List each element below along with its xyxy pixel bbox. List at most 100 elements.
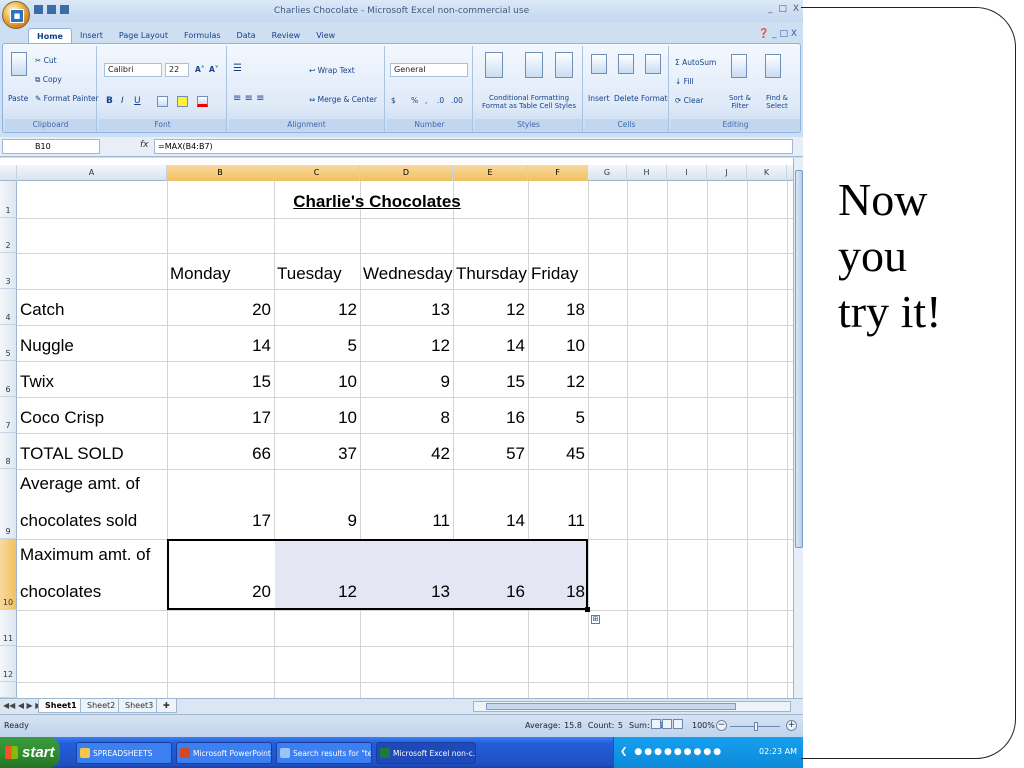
fill-color-icon[interactable] xyxy=(177,96,188,107)
cell-styles-icon[interactable] xyxy=(555,52,573,78)
cell-c6[interactable]: 10 xyxy=(274,372,357,392)
column-header-a[interactable]: A xyxy=(17,165,167,181)
align-left-icon[interactable]: ≡ ≡ ≡ xyxy=(233,93,265,104)
tab-view[interactable]: View xyxy=(308,28,343,43)
cell-f6[interactable]: 12 xyxy=(528,372,585,392)
tab-home[interactable]: Home xyxy=(28,28,72,43)
format-painter-button[interactable]: ✎ Format Painter xyxy=(35,94,99,103)
tray-icons[interactable]: ❮ ●●●●●●●●● xyxy=(620,747,723,757)
row-label-coco-crisp[interactable]: Coco Crisp xyxy=(20,408,104,428)
tab-review[interactable]: Review xyxy=(264,28,309,43)
cut-button[interactable]: ✂ Cut xyxy=(35,56,57,65)
grow-font-button[interactable]: A˄ xyxy=(195,65,205,74)
font-color-icon[interactable] xyxy=(197,96,208,107)
row-header-5[interactable]: 5 xyxy=(0,325,17,361)
cell-e4[interactable]: 12 xyxy=(453,300,525,320)
row-header-8[interactable]: 8 xyxy=(0,433,17,469)
row-label-twix[interactable]: Twix xyxy=(20,372,54,392)
row-label-nuggle[interactable]: Nuggle xyxy=(20,336,74,356)
office-button[interactable]: ■ xyxy=(2,1,30,29)
cell-e10[interactable]: 16 xyxy=(453,582,525,602)
sort-filter-icon[interactable] xyxy=(731,54,747,78)
row-header-9[interactable]: 9 xyxy=(0,469,17,539)
header-thursday[interactable]: Thursday xyxy=(456,264,527,284)
format-cells-icon[interactable] xyxy=(645,54,661,74)
sort-filter-button[interactable]: Sort & Filter xyxy=(723,94,757,110)
task-spreadsheets[interactable]: SPREADSHEETS xyxy=(76,742,172,764)
tab-page-layout[interactable]: Page Layout xyxy=(111,28,176,43)
autosum-button[interactable]: Σ AutoSum xyxy=(675,58,716,67)
header-friday[interactable]: Friday xyxy=(531,264,578,284)
italic-button[interactable]: I xyxy=(121,96,124,106)
row-header-11[interactable]: 11 xyxy=(0,610,17,646)
row-label-average-line1[interactable]: Average amt. of xyxy=(20,474,140,494)
cell-d4[interactable]: 13 xyxy=(360,300,450,320)
task-search-results[interactable]: Search results for "te... xyxy=(276,742,372,764)
column-header-h[interactable]: H xyxy=(627,165,667,181)
horizontal-scroll-thumb[interactable] xyxy=(486,703,736,710)
row-header-4[interactable]: 4 xyxy=(0,289,17,325)
close-button[interactable]: X xyxy=(793,4,799,14)
conditional-formatting-icon[interactable] xyxy=(485,52,503,78)
number-format-select[interactable]: General xyxy=(390,63,468,77)
paste-icon[interactable] xyxy=(11,52,27,76)
comma-button[interactable]: , xyxy=(425,96,427,105)
cell-f9[interactable]: 11 xyxy=(528,511,585,531)
format-table-icon[interactable] xyxy=(525,52,543,78)
percent-button[interactable]: % xyxy=(411,96,418,105)
row-header-1[interactable]: 1 xyxy=(0,181,17,218)
format-button[interactable]: Format xyxy=(641,94,667,103)
cell-d10[interactable]: 13 xyxy=(360,582,450,602)
cell-f10[interactable]: 18 xyxy=(528,582,585,602)
task-excel[interactable]: Microsoft Excel non-c... xyxy=(376,742,476,764)
worksheet-grid[interactable]: A B C D E F G H I J K 1 2 3 4 5 6 7 8 9 … xyxy=(0,158,793,698)
cell-e6[interactable]: 15 xyxy=(453,372,525,392)
binoculars-icon[interactable] xyxy=(765,54,781,78)
find-select-button[interactable]: Find & Select xyxy=(759,94,795,110)
cell-d9[interactable]: 11 xyxy=(360,511,450,531)
cell-f4[interactable]: 18 xyxy=(528,300,585,320)
tab-data[interactable]: Data xyxy=(229,28,264,43)
cell-c5[interactable]: 5 xyxy=(274,336,357,356)
auto-fill-options-icon[interactable]: ⊞ xyxy=(591,615,600,624)
cell-b4[interactable]: 20 xyxy=(167,300,271,320)
row-header-3[interactable]: 3 xyxy=(0,253,17,289)
column-header-c[interactable]: C xyxy=(274,165,360,181)
page-break-view-icon[interactable] xyxy=(673,719,683,729)
cell-c8[interactable]: 37 xyxy=(274,444,357,464)
font-size-select[interactable]: 22 xyxy=(165,63,189,77)
zoom-slider-handle[interactable] xyxy=(754,722,758,731)
row-label-maximum-line2[interactable]: chocolates xyxy=(20,582,101,602)
clock[interactable]: 02:23 AM xyxy=(759,747,797,756)
function-icon[interactable]: fx xyxy=(140,140,149,150)
cell-f7[interactable]: 5 xyxy=(528,408,585,428)
cell-b8[interactable]: 66 xyxy=(167,444,271,464)
header-tuesday[interactable]: Tuesday xyxy=(277,264,342,284)
task-powerpoint[interactable]: Microsoft PowerPoint ... xyxy=(176,742,272,764)
cell-c10[interactable]: 12 xyxy=(274,582,357,602)
delete-button[interactable]: Delete xyxy=(614,94,639,103)
delete-cells-icon[interactable] xyxy=(618,54,634,74)
bold-button[interactable]: B xyxy=(106,96,113,106)
styles-buttons-labels[interactable]: Conditional Formatting Format as Table C… xyxy=(477,94,581,110)
sheet-tab-3[interactable]: Sheet3 xyxy=(118,699,161,713)
merge-center-button[interactable]: ⇔ Merge & Center xyxy=(309,95,377,104)
row-label-average-line2[interactable]: chocolates sold xyxy=(20,511,137,531)
cell-f5[interactable]: 10 xyxy=(528,336,585,356)
cell-e8[interactable]: 57 xyxy=(453,444,525,464)
select-all-corner[interactable] xyxy=(0,165,17,181)
row-label-maximum-line1[interactable]: Maximum amt. of xyxy=(20,545,150,565)
row-header-6[interactable]: 6 xyxy=(0,361,17,397)
header-wednesday[interactable]: Wednesday xyxy=(363,264,452,284)
row-header-7[interactable]: 7 xyxy=(0,397,17,433)
column-header-b[interactable]: B xyxy=(167,165,274,181)
column-header-g[interactable]: G xyxy=(588,165,627,181)
sheet-tab-2[interactable]: Sheet2 xyxy=(80,699,123,713)
cell-b5[interactable]: 14 xyxy=(167,336,271,356)
row-header-2[interactable]: 2 xyxy=(0,218,17,253)
cell-d8[interactable]: 42 xyxy=(360,444,450,464)
sheet-tab-1[interactable]: Sheet1 xyxy=(38,699,84,713)
copy-button[interactable]: ⧉ Copy xyxy=(35,75,62,85)
cell-b10[interactable]: 20 xyxy=(167,582,271,602)
font-name-select[interactable]: Calibri xyxy=(104,63,162,77)
